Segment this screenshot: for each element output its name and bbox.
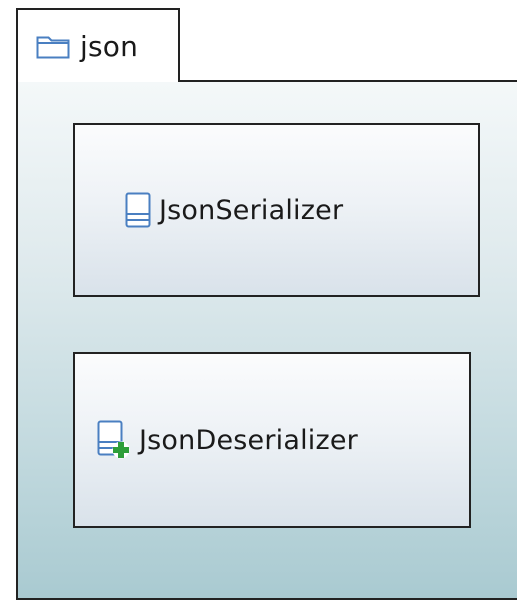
package-name: json [80, 29, 139, 63]
json-serializer-node[interactable]: JsonSerializer [73, 123, 480, 297]
interface-icon [125, 192, 151, 228]
package-tab[interactable]: json [16, 8, 180, 82]
folder-icon [36, 33, 70, 59]
element-name: JsonDeserializer [139, 424, 358, 456]
interface-add-icon [97, 420, 131, 460]
element-name: JsonSerializer [159, 194, 344, 226]
json-deserializer-node[interactable]: JsonDeserializer [73, 352, 471, 528]
